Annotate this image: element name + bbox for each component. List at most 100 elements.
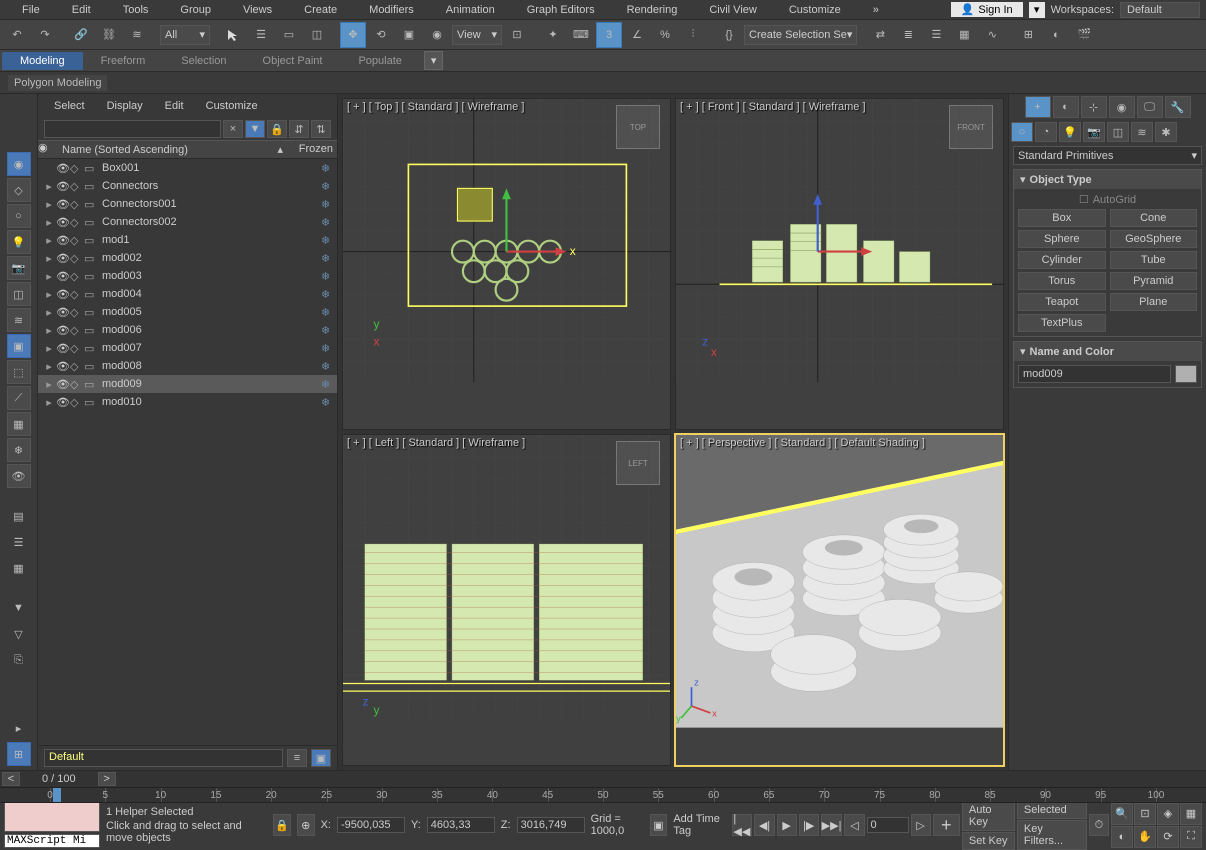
frozen-icon[interactable]: ❄ <box>321 306 337 319</box>
col-name-icon[interactable]: ▤ <box>7 504 31 528</box>
visibility-icon[interactable]: 👁 <box>56 342 70 355</box>
expand-toggle-icon[interactable]: ▸ <box>42 288 56 301</box>
next-key-icon[interactable]: ▷ <box>911 814 931 836</box>
menu-grapheditors[interactable]: Graph Editors <box>511 2 611 18</box>
frozen-icon[interactable]: ❄ <box>321 162 337 175</box>
cat-helpers-icon[interactable]: ◫ <box>1107 122 1129 142</box>
sync-icon[interactable]: ⇵ <box>289 120 309 138</box>
frozen-icon[interactable]: ❄ <box>321 234 337 247</box>
scene-menu-customize[interactable]: Customize <box>196 98 268 114</box>
grid-toggle-icon[interactable]: ⊞ <box>7 742 31 766</box>
angle-snap-button[interactable]: ∠ <box>624 22 650 48</box>
scene-item-mod007[interactable]: ▸ 👁 ◇ ▭ mod007 ❄ <box>38 339 337 357</box>
display-bone-icon[interactable]: ⟋ <box>7 386 31 410</box>
window-crossing-button[interactable]: ◫ <box>304 22 330 48</box>
plane-button[interactable]: Plane <box>1110 293 1198 311</box>
autogrid-checkbox[interactable]: ☐AutoGrid <box>1018 193 1197 206</box>
prev-frame-icon[interactable]: ◀| <box>754 814 774 836</box>
scene-search-input[interactable] <box>44 120 221 138</box>
expand-toggle-icon[interactable]: ▸ <box>42 324 56 337</box>
key-filter-dropdown[interactable]: Selected <box>1017 801 1087 819</box>
selection-filter-dropdown[interactable]: All▾ <box>160 25 210 45</box>
menu-modifiers[interactable]: Modifiers <box>353 2 430 18</box>
align-button[interactable]: ≣ <box>895 22 921 48</box>
select-by-name-button[interactable]: ☰ <box>248 22 274 48</box>
next-frame-icon[interactable]: |▶ <box>799 814 819 836</box>
menu-civilview[interactable]: Civil View <box>693 2 772 18</box>
y-input[interactable] <box>427 817 495 833</box>
tab-display-icon[interactable]: 🖵 <box>1137 96 1163 118</box>
selection-lock-icon[interactable]: 🔒 <box>273 814 291 836</box>
scene-menu-select[interactable]: Select <box>44 98 95 114</box>
selected-color-swatch[interactable] <box>4 802 100 832</box>
menu-animation[interactable]: Animation <box>430 2 511 18</box>
workspace-dropdown[interactable]: Default <box>1120 2 1200 18</box>
viewport-left-label[interactable]: [ + ] [ Left ] [ Standard ] [ Wireframe … <box>347 437 525 449</box>
material-editor-button[interactable]: ◐ <box>1043 22 1069 48</box>
primitive-category-dropdown[interactable]: Standard Primitives▾ <box>1013 146 1202 165</box>
tab-modify-icon[interactable]: ◐ <box>1053 96 1079 118</box>
visibility-icon[interactable]: 👁 <box>56 288 70 301</box>
scene-item-mod006[interactable]: ▸ 👁 ◇ ▭ mod006 ❄ <box>38 321 337 339</box>
zoom-extents-icon[interactable]: ◈ <box>1157 803 1179 825</box>
menu-file[interactable]: File <box>6 2 56 18</box>
zoom-all-icon[interactable]: ⊡ <box>1134 803 1156 825</box>
frame-input[interactable] <box>867 817 909 833</box>
expand-toggle-icon[interactable]: ▸ <box>42 216 56 229</box>
cylinder-button[interactable]: Cylinder <box>1018 251 1106 269</box>
box-button[interactable]: Box <box>1018 209 1106 227</box>
ribbon-tab-modeling[interactable]: Modeling <box>2 52 83 70</box>
x-input[interactable] <box>337 817 405 833</box>
visibility-icon[interactable]: 👁 <box>56 216 70 229</box>
render-setup-button[interactable]: 🎬 <box>1071 22 1097 48</box>
scene-item-mod003[interactable]: ▸ 👁 ◇ ▭ mod003 ❄ <box>38 267 337 285</box>
frozen-icon[interactable]: ❄ <box>321 396 337 409</box>
z-input[interactable] <box>517 817 585 833</box>
frozen-icon[interactable]: ❄ <box>321 360 337 373</box>
tube-button[interactable]: Tube <box>1110 251 1198 269</box>
ribbon-tab-objectpaint[interactable]: Object Paint <box>245 52 341 70</box>
display-groups-icon[interactable]: ▣ <box>7 334 31 358</box>
fov-icon[interactable]: ◐ <box>1111 826 1133 848</box>
visibility-icon[interactable]: 👁 <box>56 252 70 265</box>
viewport-perspective-label[interactable]: [ + ] [ Perspective ] [ Standard ] [ Def… <box>680 437 925 449</box>
tab-motion-icon[interactable]: ◉ <box>1109 96 1135 118</box>
cat-geometry-icon[interactable]: ○ <box>1011 122 1033 142</box>
edit-selection-set-button[interactable]: {} <box>716 22 742 48</box>
display-frozen-icon[interactable]: ❄ <box>7 438 31 462</box>
visibility-icon[interactable]: 👁 <box>56 324 70 337</box>
menu-rendering[interactable]: Rendering <box>611 2 694 18</box>
display-shapes-icon[interactable]: ○ <box>7 204 31 228</box>
sign-in-button[interactable]: 👤Sign In <box>951 2 1023 17</box>
visibility-icon[interactable]: 👁 <box>56 270 70 283</box>
viewport-front[interactable]: [ + ] [ Front ] [ Standard ] [ Wireframe… <box>675 98 1004 430</box>
goto-start-icon[interactable]: |◀◀ <box>732 814 752 836</box>
scene-item-Connectors001[interactable]: ▸ 👁 ◇ ▭ Connectors001 ❄ <box>38 195 337 213</box>
menu-group[interactable]: Group <box>164 2 227 18</box>
time-config-icon[interactable]: ⏱ <box>1089 814 1109 836</box>
auto-key-button[interactable]: Auto Key <box>962 801 1015 831</box>
key-filters-button[interactable]: Key Filters... <box>1017 820 1087 850</box>
expand-toggle-icon[interactable]: ▸ <box>42 252 56 265</box>
geosphere-button[interactable]: GeoSphere <box>1110 230 1198 248</box>
visibility-icon[interactable]: 👁 <box>56 306 70 319</box>
timeline-cursor[interactable] <box>53 788 61 802</box>
toggle-ribbon-button[interactable]: ▦ <box>951 22 977 48</box>
tab-create-icon[interactable]: + <box>1025 96 1051 118</box>
visibility-icon[interactable]: 👁 <box>56 396 70 409</box>
visibility-icon[interactable]: 👁 <box>56 162 70 175</box>
display-cameras-icon[interactable]: 📷 <box>7 256 31 280</box>
frozen-icon[interactable]: ❄ <box>321 198 337 211</box>
manipulate-button[interactable]: ✦ <box>540 22 566 48</box>
scale-button[interactable]: ▣ <box>396 22 422 48</box>
keyboard-shortcut-button[interactable]: ⌨ <box>568 22 594 48</box>
expand-toggle-icon[interactable]: ▸ <box>42 360 56 373</box>
bookmark-icon[interactable]: ⎘ <box>7 648 31 672</box>
layer-dropdown[interactable]: Default <box>44 749 283 767</box>
teapot-button[interactable]: Teapot <box>1018 293 1106 311</box>
polygon-modeling-panel[interactable]: Polygon Modeling <box>8 75 107 91</box>
frozen-icon[interactable]: ❄ <box>321 324 337 337</box>
visibility-icon[interactable]: 👁 <box>56 198 70 211</box>
add-time-tag[interactable]: Add Time Tag <box>673 813 726 837</box>
display-spacewarps-icon[interactable]: ≋ <box>7 308 31 332</box>
